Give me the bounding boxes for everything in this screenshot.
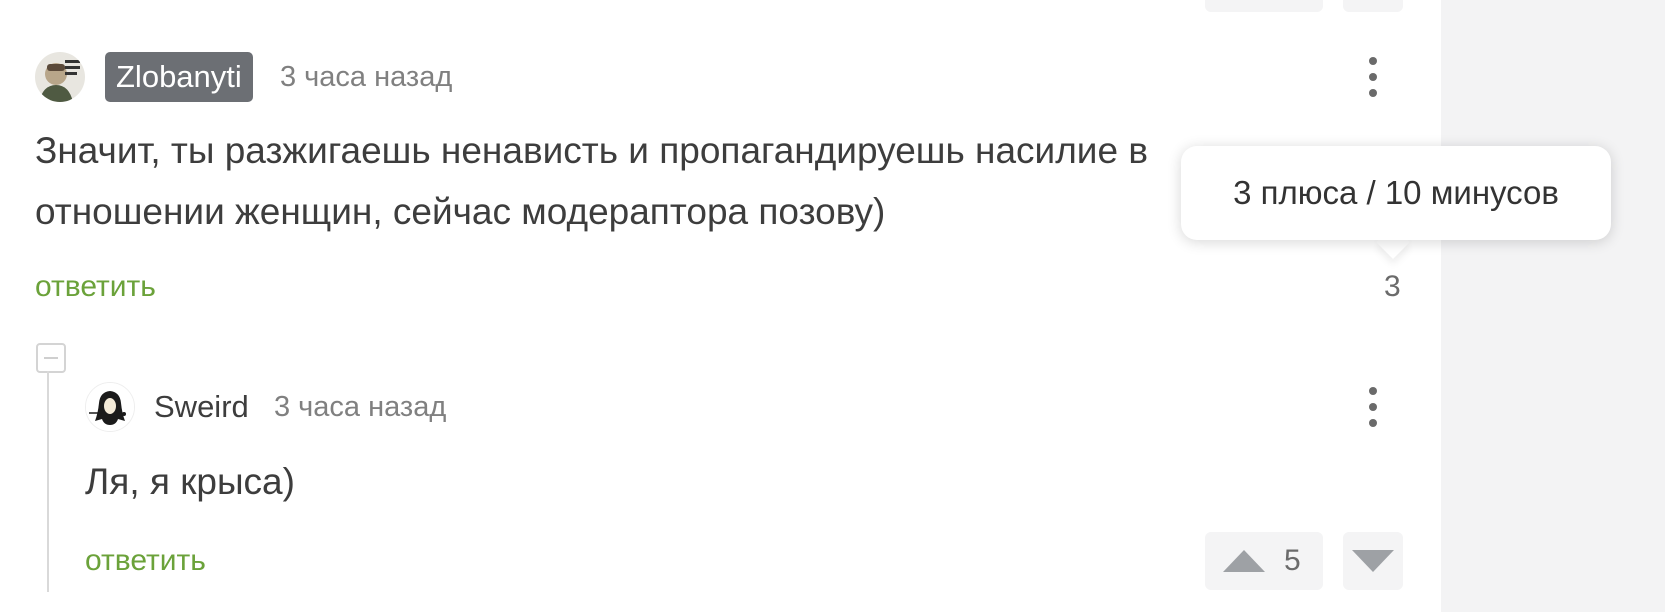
user-avatar[interactable]	[35, 52, 85, 102]
kebab-menu-icon-dot	[1369, 73, 1377, 81]
kebab-menu-icon	[1369, 57, 1377, 65]
kebab-menu-icon-dot	[1369, 89, 1377, 97]
thread-line[interactable]	[47, 371, 49, 592]
rating-tooltip: 3 плюса / 10 минусов	[1181, 146, 1611, 240]
reply-rating: 5	[1284, 544, 1301, 577]
comment-menu-button[interactable]	[1353, 52, 1393, 102]
kebab-menu-icon-dot	[1369, 403, 1377, 411]
comment-reply-link[interactable]: ответить	[35, 267, 156, 307]
reply-text: Ля, я крыса)	[85, 461, 295, 502]
reply-reply-link[interactable]: ответить	[85, 541, 206, 581]
avatar-image	[86, 383, 134, 431]
downvote-triangle-icon	[1352, 550, 1394, 572]
downvote-button[interactable]	[1343, 532, 1403, 590]
upvote-button[interactable]: 5	[1205, 532, 1323, 590]
comment-text-line-1: Значит, ты разжигаешь ненависть и пропаг…	[35, 130, 1148, 171]
reply-menu-button[interactable]	[1353, 382, 1393, 432]
comment-text-line-2: отношении женщин, сейчас модераптора поз…	[35, 191, 886, 232]
reply-timestamp[interactable]: 3 часа назад	[274, 387, 446, 427]
right-sidebar-background	[1441, 0, 1665, 612]
kebab-menu-icon-dot	[1369, 419, 1377, 427]
previous-downvote-box-remnant[interactable]	[1343, 0, 1403, 12]
reply-author-username[interactable]: Sweird	[154, 387, 249, 427]
collapse-minus-icon[interactable]	[36, 343, 66, 373]
reply-user-avatar[interactable]	[85, 382, 135, 432]
comment-author-username[interactable]: Zlobanyti	[105, 52, 253, 102]
comment-rating[interactable]: 3	[1384, 267, 1401, 307]
previous-upvote-box-remnant[interactable]	[1205, 0, 1323, 12]
kebab-menu-icon	[1369, 387, 1377, 395]
upvote-triangle-icon	[1223, 550, 1265, 572]
avatar-image	[35, 52, 85, 102]
comment-timestamp[interactable]: 3 часа назад	[280, 57, 452, 97]
